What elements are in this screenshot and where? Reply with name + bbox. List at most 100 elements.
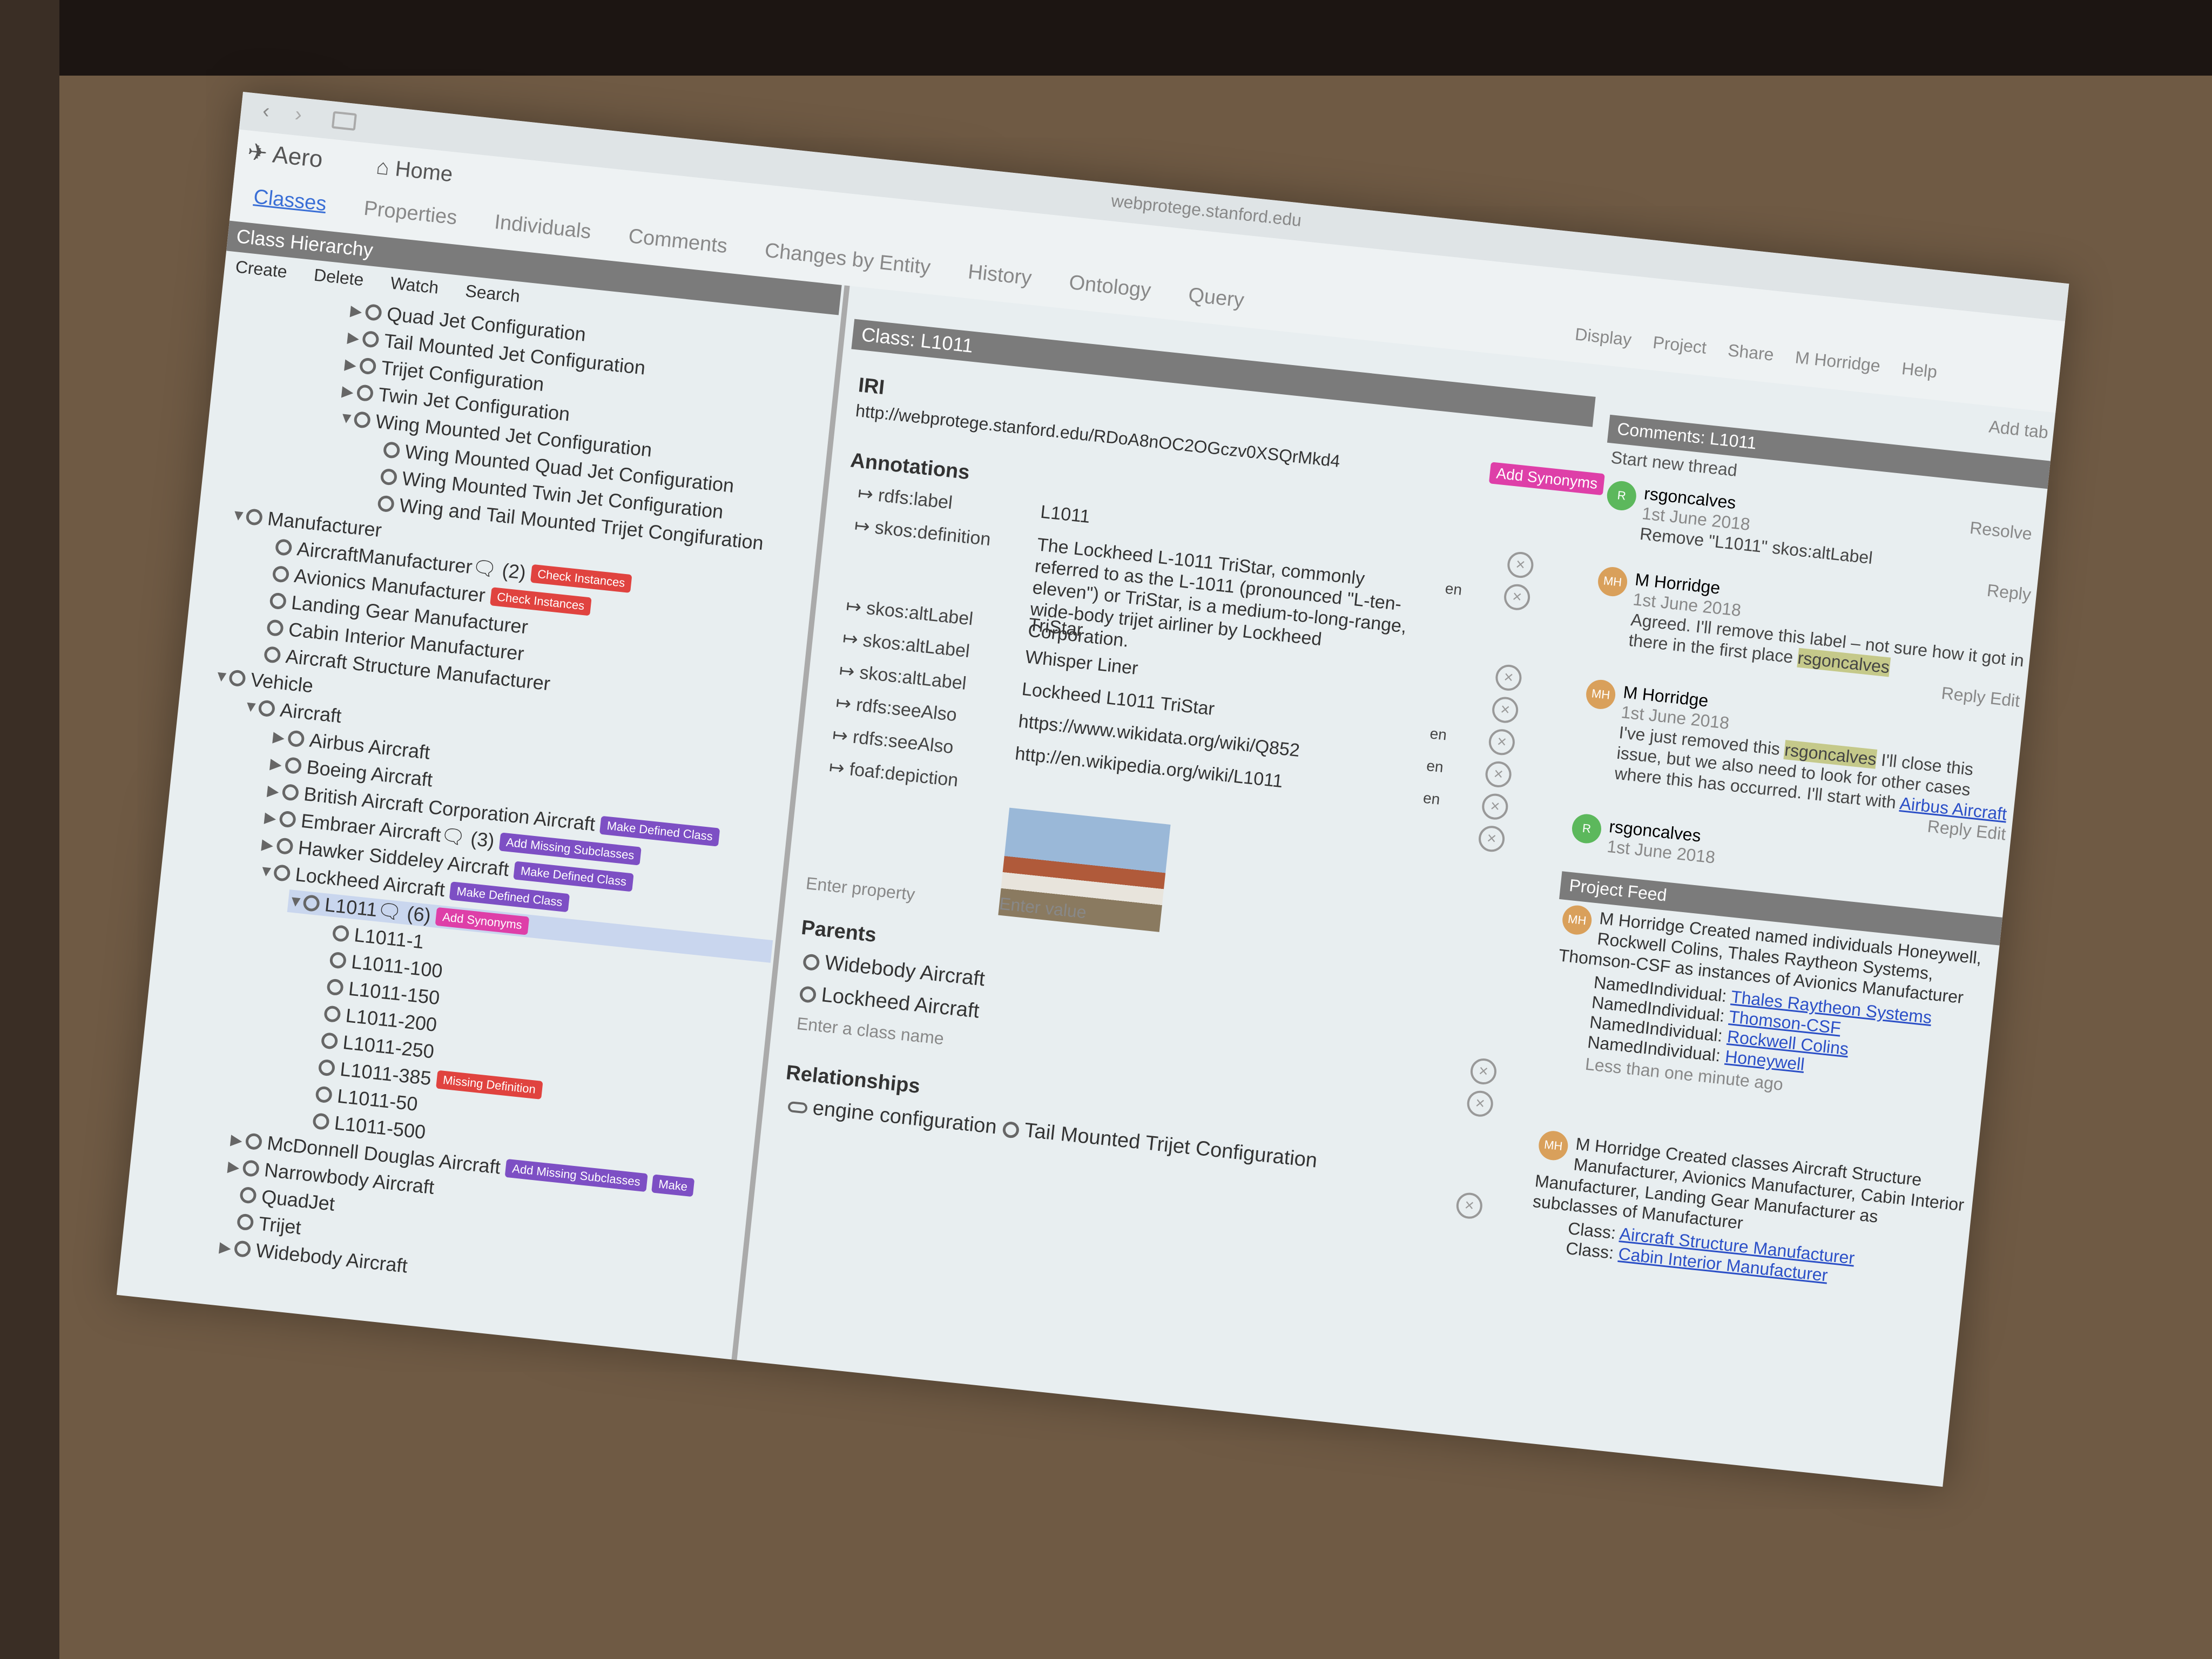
expand-arrow-icon [258, 572, 273, 574]
remove-icon[interactable]: × [1506, 550, 1535, 579]
remove-icon[interactable]: × [1494, 663, 1523, 692]
remove-icon[interactable]: × [1455, 1191, 1484, 1220]
tree-node[interactable]: ▼ Aircraft [242, 694, 343, 727]
tree-badge[interactable]: Missing Definition [435, 1070, 543, 1100]
tree-node[interactable]: ▼ Manufacturer [230, 503, 382, 542]
forward-icon[interactable]: › [294, 103, 303, 126]
class-icon [802, 953, 820, 972]
annotation-property[interactable]: ↦ rdfs:label [857, 482, 954, 514]
menu-project[interactable]: Project [1652, 333, 1708, 358]
class-icon [359, 357, 377, 375]
expand-arrow-icon[interactable]: ▶ [269, 754, 286, 774]
tree-node[interactable]: ▶ Widebody Aircraft [218, 1235, 409, 1277]
collapse-arrow-icon[interactable]: ▼ [213, 667, 230, 686]
relationship-property[interactable]: engine configuration [787, 1094, 998, 1139]
remove-icon[interactable]: × [1477, 824, 1506, 853]
iri-label: IRI [857, 374, 886, 400]
collapse-arrow-icon[interactable]: ▼ [338, 409, 355, 428]
remove-icon[interactable]: × [1484, 760, 1513, 789]
menu-share[interactable]: Share [1727, 340, 1775, 365]
expand-arrow-icon[interactable]: ▶ [347, 328, 363, 347]
annotation-property[interactable]: ↦ skos:altLabel [845, 595, 974, 630]
menu-help[interactable]: Help [1901, 359, 1938, 382]
tree-badge[interactable]: Make Defined Class [449, 881, 570, 913]
collapse-arrow-icon[interactable]: ▼ [230, 506, 247, 525]
enter-property-input[interactable]: Enter property [805, 873, 916, 905]
tree-badge[interactable]: Check Instances [530, 564, 632, 594]
collapse-arrow-icon[interactable]: ▼ [242, 697, 260, 716]
menu-display[interactable]: Display [1574, 324, 1633, 350]
expand-arrow-icon[interactable]: ▶ [261, 835, 278, 854]
class-icon [274, 538, 293, 556]
annotation-property[interactable]: ↦ rdfs:seeAlso [835, 692, 958, 726]
relationship-value[interactable]: Tail Mounted Trijet Configuration [1002, 1117, 1318, 1173]
expand-arrow-icon[interactable]: ▶ [349, 301, 366, 321]
tab-history[interactable]: History [967, 260, 1033, 290]
tab-comments[interactable]: Comments [628, 225, 729, 258]
class-icon [266, 619, 285, 637]
create-button[interactable]: Create [234, 257, 288, 282]
delete-button[interactable]: Delete [313, 265, 365, 290]
remove-icon[interactable]: × [1487, 727, 1516, 757]
tree-node-label: L1011-50 [336, 1084, 419, 1115]
class-icon [287, 730, 305, 748]
remove-icon[interactable]: × [1466, 1089, 1495, 1118]
search-button[interactable]: Search [464, 281, 521, 306]
expand-arrow-icon[interactable]: ▶ [227, 1157, 244, 1177]
tab-classes[interactable]: Classes [253, 185, 328, 216]
tree-badge[interactable]: Add Missing Subclasses [504, 1158, 648, 1192]
annotation-property[interactable]: ↦ rdfs:seeAlso [831, 724, 955, 758]
remove-icon[interactable]: × [1491, 696, 1520, 724]
tree-badge[interactable]: Make Defined Class [513, 861, 634, 892]
relationships-label: Relationships [785, 1061, 921, 1098]
class-icon [239, 1186, 257, 1204]
photo-dark-left [0, 0, 59, 1659]
expand-arrow-icon[interactable]: ▶ [272, 727, 289, 747]
add-synonyms-button[interactable]: Add Synonyms [1488, 462, 1606, 496]
tree-node[interactable]: ▼ Vehicle [213, 664, 314, 697]
remove-icon[interactable]: × [1502, 583, 1532, 612]
annotation-property[interactable]: ↦ skos:definition [853, 515, 992, 550]
home-label: Home [394, 157, 454, 187]
tab-query[interactable]: Query [1187, 284, 1245, 313]
tree-badge[interactable]: Check Instances [489, 587, 592, 616]
tree-badge[interactable]: Add Synonyms [435, 907, 530, 935]
expand-arrow-icon[interactable]: ▶ [266, 781, 283, 800]
class-icon [263, 645, 281, 664]
collapse-arrow-icon[interactable]: ▼ [258, 862, 275, 881]
class-icon [361, 330, 380, 348]
annotation-property[interactable]: ↦ foaf:depiction [828, 756, 959, 791]
tab-properties[interactable]: Properties [363, 197, 458, 230]
tab-individuals[interactable]: Individuals [493, 211, 592, 244]
remove-icon[interactable]: × [1469, 1057, 1498, 1086]
back-icon[interactable]: ‹ [261, 99, 271, 123]
tab-ontology[interactable]: Ontology [1068, 271, 1152, 303]
expand-arrow-icon[interactable]: ▶ [219, 1238, 235, 1257]
relationship-property-label: engine configuration [811, 1096, 998, 1139]
tree-node-label: L1011 [323, 893, 379, 921]
tree-badge[interactable]: Make Defined Class [599, 815, 720, 847]
annotation-property[interactable]: ↦ skos:altLabel [838, 659, 967, 694]
annotation-value: Whisper Liner [1024, 646, 1139, 679]
class-icon [320, 1031, 339, 1050]
add-tab-button[interactable]: Add tab [1988, 416, 2049, 442]
annotation-property[interactable]: ↦ skos:altLabel [841, 628, 970, 662]
enter-class-input[interactable]: Enter a class name [795, 1014, 945, 1049]
property-icon [787, 1101, 808, 1114]
tab-changes-by-entity[interactable]: Changes by Entity [764, 239, 932, 280]
expand-arrow-icon[interactable]: ▶ [230, 1130, 246, 1150]
tree-badge[interactable]: Make [651, 1174, 695, 1197]
watch-button[interactable]: Watch [389, 273, 440, 298]
tree-node[interactable]: Trijet [221, 1209, 302, 1239]
tree-node-label: L1011-200 [345, 1004, 439, 1036]
comments-list: Rrsgoncalves 1st June 2018 Remove "L1011" … [1563, 479, 2044, 912]
sidebar-icon[interactable] [331, 111, 357, 131]
home-link[interactable]: ⌂ Home [375, 155, 454, 187]
collapse-arrow-icon[interactable]: ▼ [287, 892, 304, 911]
expand-arrow-icon[interactable]: ▶ [344, 355, 361, 374]
menu-user[interactable]: M Horridge [1794, 347, 1881, 376]
expand-arrow-icon[interactable]: ▶ [341, 382, 358, 401]
expand-arrow-icon[interactable]: ▶ [264, 808, 280, 827]
top-menu: Display Project Share M Horridge Help [1574, 324, 1938, 382]
remove-icon[interactable]: × [1480, 792, 1509, 821]
